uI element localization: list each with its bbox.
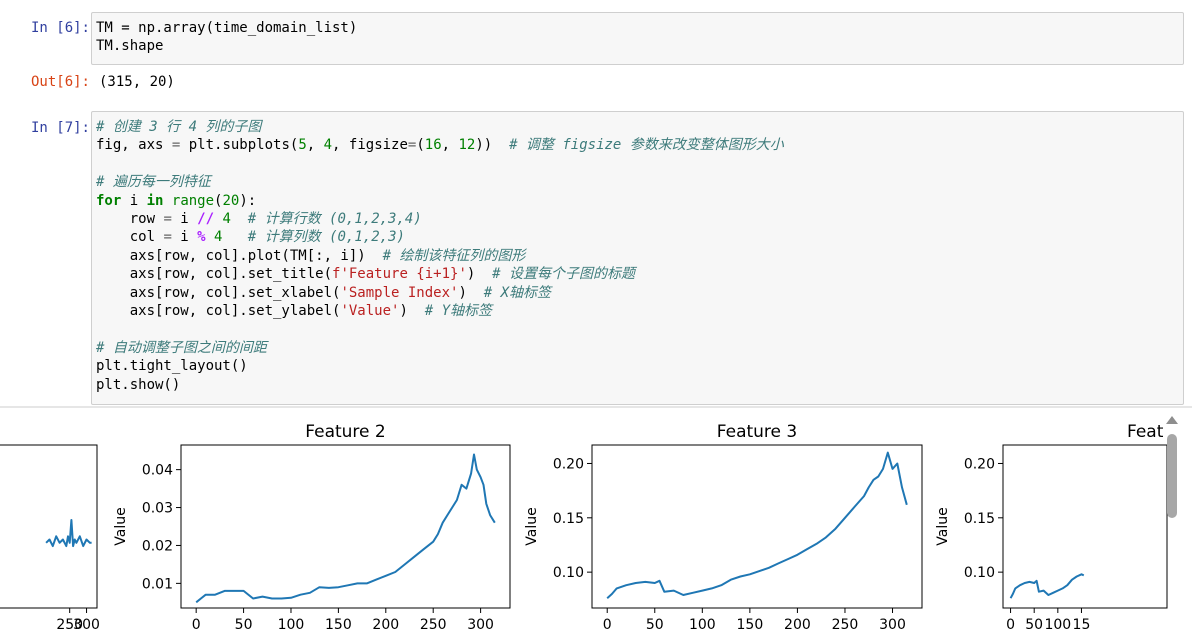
- y-tick-label: 0.15: [553, 511, 584, 527]
- y-tick-label: 0.20: [964, 456, 995, 472]
- x-tick-label: 100: [1044, 617, 1071, 633]
- x-tick-label: 250: [420, 617, 447, 633]
- x-tick-label: 15: [1073, 617, 1091, 633]
- subplot-grid: 250300Feature 20.010.020.030.040 50 100 150…: [0, 422, 1168, 633]
- code-line: axs[row, col].set_xlabel('Sample Index')…: [96, 284, 552, 301]
- code-block-6: TM = np.array(time_domain_list) TM.shape: [96, 19, 357, 56]
- axes-frame: [180, 444, 511, 609]
- x-tick-label: 150: [737, 617, 764, 633]
- subplot-title: Feature 2: [305, 422, 385, 442]
- scroll-thumb[interactable]: [1167, 434, 1177, 518]
- code-line: fig, axs = plt.subplots(5, 4, figsize=(1…: [96, 137, 784, 154]
- y-tick-label: 0.20: [553, 456, 584, 472]
- subplot-4: Feat 0.10 0.15 0.20 0 50 100 15 Value: [935, 422, 1168, 633]
- x-tick-label: 50: [1025, 617, 1043, 633]
- x-tick-label: 100: [278, 617, 305, 633]
- subplot-2: Feature 2 0.01 0.02 0.03 0.04 0 50 100 150 200 250…: [113, 422, 511, 633]
- code-line: col = i % 4 # 计算列数 (0,1,2,3): [96, 229, 405, 246]
- y-tick-label: 0.03: [142, 501, 173, 517]
- code-line: # 创建 3 行 4 列的子图: [96, 119, 262, 135]
- x-tick-label: 50: [235, 617, 253, 633]
- x-tick-label: 300: [73, 617, 100, 633]
- x-tick-label: 0: [603, 617, 612, 633]
- code-line: for i in range(20):: [96, 192, 257, 209]
- in-prompt-6: In [6]:: [30, 20, 90, 36]
- y-tick-label: 0.15: [964, 511, 995, 527]
- code-line: plt.show(): [96, 376, 181, 393]
- y-axis-label: Value: [935, 507, 951, 545]
- code-line: axs[row, col].set_ylabel('Value') # Y轴标签: [96, 303, 493, 320]
- code-line: # 遍历每一列特征: [96, 174, 211, 191]
- code-line: TM = np.array(time_domain_list): [96, 20, 358, 36]
- output-scrollbar[interactable]: [1165, 412, 1179, 634]
- code-line: axs[row, col].plot(TM[:, i]) # 绘制该特征列的图形: [96, 247, 526, 264]
- subplot-title: Feature 3: [717, 422, 797, 442]
- y-tick-label: 0.04: [142, 463, 173, 479]
- subplot-1: 250300: [0, 444, 100, 633]
- y-tick-label: 0.01: [142, 576, 173, 592]
- out-prompt-6: Out[6]:: [30, 74, 90, 90]
- code-line: axs[row, col].set_title(f'Feature {i+1}'…: [96, 266, 636, 283]
- x-tick-label: 50: [646, 617, 664, 633]
- code-line: TM.shape: [96, 38, 164, 55]
- y-tick-label: 0.02: [142, 538, 173, 554]
- subplot-title: Feat: [1127, 422, 1164, 442]
- subplot-3: Feature 3 0.10 0.15 0.20 0 50 100 150 200 250 300 V…: [524, 422, 923, 633]
- series-line: [45, 519, 92, 548]
- series-line: [1009, 573, 1085, 599]
- output-text-6: (315, 20): [99, 74, 175, 90]
- x-tick-label: 0: [1006, 617, 1015, 633]
- x-tick-label: 200: [372, 617, 399, 633]
- code-line: plt.tight_layout(): [96, 358, 248, 375]
- in-prompt-7: In [7]:: [30, 120, 90, 136]
- y-axis-label: Value: [113, 507, 129, 545]
- series-line: [606, 451, 908, 599]
- series-line: [195, 453, 496, 604]
- plot-output-area[interactable]: 250 300 Feature 2 0.01 0.02 0.03 0.04 0 50 100 150…: [0, 406, 1192, 634]
- axes-frame: [1002, 444, 1168, 609]
- x-tick-label: 250: [832, 617, 859, 633]
- code-line: # 自动调整子图之间的间距: [96, 339, 267, 356]
- x-tick-label: 300: [879, 617, 906, 633]
- x-tick-label: 300: [467, 617, 494, 633]
- y-tick-label: 0.10: [964, 565, 995, 581]
- scroll-up-icon[interactable]: [1166, 416, 1178, 424]
- axes-frame: [0, 444, 98, 609]
- code-line: row = i // 4 # 计算行数 (0,1,2,3,4): [96, 211, 422, 228]
- x-tick-label: 100: [689, 617, 716, 633]
- y-tick-label: 0.10: [553, 565, 584, 581]
- code-block-7: # 创建 3 行 4 列的子图 fig, axs = plt.subplots(…: [96, 118, 784, 394]
- axes-frame: [591, 444, 923, 609]
- x-tick-label: 0: [192, 617, 201, 633]
- x-tick-label: 200: [784, 617, 811, 633]
- x-tick-label: 150: [325, 617, 352, 633]
- y-axis-label: Value: [524, 507, 540, 545]
